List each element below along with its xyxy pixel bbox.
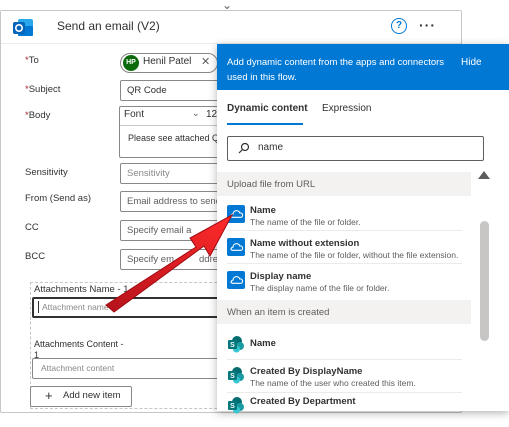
from-input[interactable]: Email address to send <box>120 191 232 212</box>
more-options-button[interactable]: ··· <box>419 17 436 33</box>
subject-value: QR Code <box>127 85 167 96</box>
item-title: Name <box>250 205 276 216</box>
scroll-up-icon[interactable] <box>478 171 490 179</box>
sensitivity-dropdown[interactable]: Sensitivity <box>120 163 232 184</box>
body-editor[interactable]: Font ⌄ 12 Please see attached QR <box>119 106 231 158</box>
tab-dynamic-content[interactable]: Dynamic content <box>227 103 308 114</box>
item-divider <box>227 392 462 393</box>
list-item[interactable]: S Created By DisplayName The name of the… <box>217 362 471 395</box>
item-desc: The name of the file or folder. <box>250 217 361 227</box>
item-title: Name without extension <box>250 238 360 249</box>
search-value: name <box>258 142 284 153</box>
sensitivity-label: Sensitivity <box>25 167 68 178</box>
item-desc: The name of the file or folder, without … <box>250 250 459 260</box>
help-icon[interactable]: ? <box>391 18 407 34</box>
group-title: Upload file from URL <box>227 179 316 190</box>
cc-input[interactable]: Specify email a <box>120 220 232 241</box>
bcc-placeholder: Specify em <box>127 254 174 265</box>
recipient-chip[interactable]: HP Henil Patel ✕ <box>120 53 218 73</box>
to-label: *To <box>25 55 39 66</box>
cloud-upload-icon <box>227 271 245 289</box>
item-desc: The name of the user who created this it… <box>250 378 416 388</box>
svg-text:S: S <box>230 373 235 380</box>
from-label: From (Send as) <box>25 193 91 204</box>
cloud-upload-icon <box>227 238 245 256</box>
sharepoint-icon: S <box>228 367 244 384</box>
attachment-content-input[interactable]: Attachment content <box>32 358 226 379</box>
card-header[interactable]: Send an email (V2) ? ··· <box>1 11 461 44</box>
attachment-content-label: Attachments Content - <box>34 339 124 349</box>
add-new-item-button[interactable]: + Add new item <box>30 386 132 407</box>
search-input[interactable]: name <box>227 136 484 161</box>
subject-label: *Subject <box>25 84 61 95</box>
flow-connector-arrow: ⌄ <box>222 0 233 12</box>
panel-header: Add dynamic content from the apps and co… <box>217 44 509 90</box>
list-item[interactable]: Display name The display name of the fil… <box>217 267 471 300</box>
item-divider <box>227 263 462 264</box>
add-new-item-label: Add new item <box>63 390 121 401</box>
scrollbar[interactable] <box>477 169 491 411</box>
active-tab-indicator <box>227 123 303 125</box>
item-title: Created By Department <box>250 396 356 407</box>
sharepoint-icon: S <box>228 336 244 353</box>
chevron-down-icon[interactable]: ⌄ <box>192 108 200 119</box>
panel-header-text: Add dynamic content from the apps and co… <box>227 57 445 83</box>
group-title: When an item is created <box>227 307 330 318</box>
svg-text:S: S <box>230 403 235 410</box>
item-desc: The display name of the file or folder. <box>250 283 390 293</box>
font-size-dropdown[interactable]: 12 <box>206 109 217 120</box>
tab-expression[interactable]: Expression <box>322 103 371 114</box>
card-title: Send an email (V2) <box>57 19 160 33</box>
group-header-upload-file[interactable]: Upload file from URL <box>217 172 471 196</box>
avatar: HP <box>123 55 139 71</box>
attachment-name-placeholder: Attachment name <box>42 302 109 312</box>
font-dropdown[interactable]: Font <box>124 109 144 120</box>
item-divider <box>227 359 462 360</box>
text-cursor <box>38 301 39 313</box>
from-placeholder: Email address to send <box>127 196 221 207</box>
panel-tabs: Dynamic content Expression <box>217 90 509 126</box>
cloud-upload-icon <box>227 205 245 223</box>
plus-icon: + <box>45 388 53 403</box>
svg-text:S: S <box>230 342 235 349</box>
outlook-icon <box>13 19 33 36</box>
cc-placeholder: Specify email a <box>127 225 192 236</box>
sensitivity-placeholder: Sensitivity <box>127 168 170 179</box>
search-icon <box>238 142 250 154</box>
body-text[interactable]: Please see attached QR <box>128 133 226 143</box>
sharepoint-icon: S <box>228 397 244 414</box>
dynamic-content-panel: Add dynamic content from the apps and co… <box>217 44 509 414</box>
attachment-name-input[interactable]: Attachment name <box>32 297 228 318</box>
body-label: *Body <box>25 110 51 121</box>
toolbar-divider <box>120 125 230 126</box>
item-title: Name <box>250 338 276 349</box>
cc-label: CC <box>25 222 39 233</box>
bcc-label: BCC <box>25 251 46 262</box>
remove-recipient-icon[interactable]: ✕ <box>201 55 210 68</box>
item-title: Display name <box>250 271 312 282</box>
item-divider <box>227 230 462 231</box>
hide-button[interactable]: Hide <box>461 57 482 68</box>
group-header-item-created[interactable]: When an item is created <box>217 300 471 324</box>
recipient-name: Henil Patel <box>143 56 192 67</box>
item-title: Created By DisplayName <box>250 366 363 377</box>
scrollbar-thumb[interactable] <box>480 221 489 341</box>
subject-input[interactable]: QR Code <box>120 80 232 101</box>
attachment-content-placeholder: Attachment content <box>41 363 115 373</box>
bcc-input[interactable]: Specify em ddres <box>120 249 232 270</box>
attachment-name-label: Attachments Name - 1 <box>34 284 129 295</box>
